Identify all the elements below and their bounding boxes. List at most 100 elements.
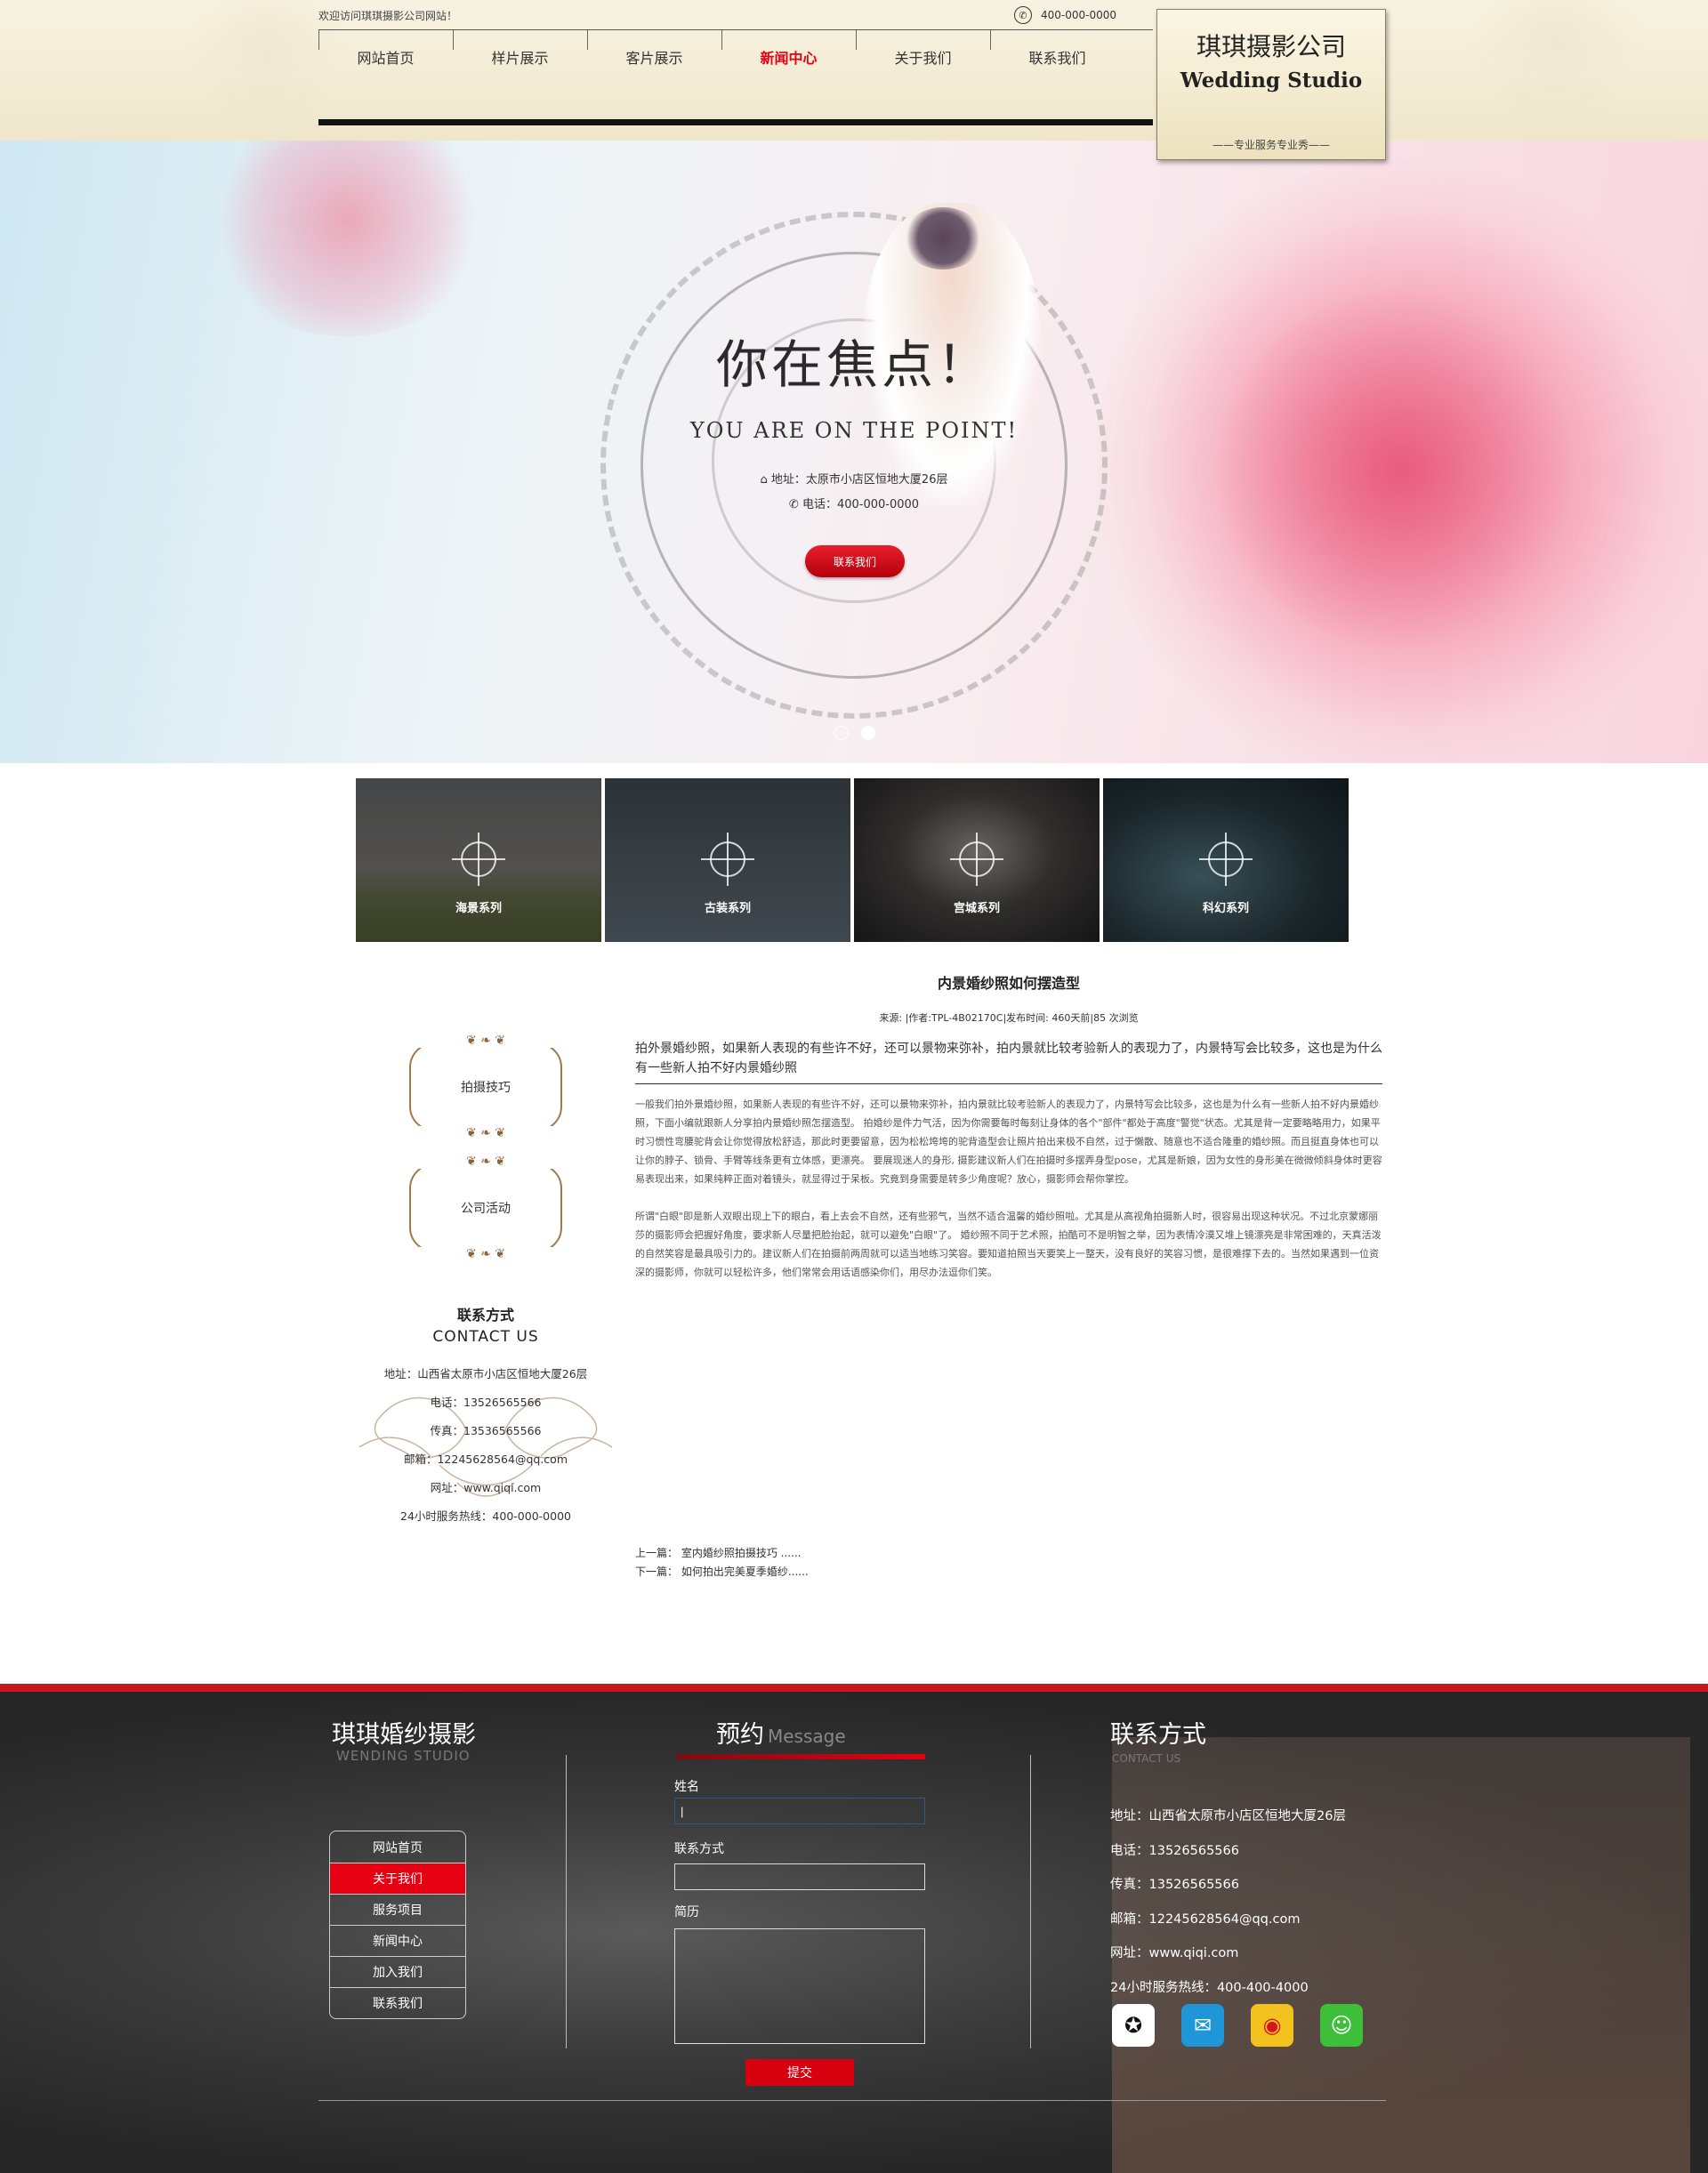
footer-contact-address: 地址：山西省太原市小店区恒地大厦26层 — [1110, 1809, 1346, 1823]
series-palace[interactable]: 宫城系列 — [854, 778, 1100, 942]
message-title-cn: 预约 — [716, 1721, 764, 1749]
phone-icon: ✆ — [1014, 6, 1032, 24]
contact-input[interactable] — [674, 1863, 925, 1890]
footer-contact-website: 网址：www.qiqi.com — [1110, 1946, 1239, 1960]
banner-subtitle: YOU ARE ON THE POINT! — [689, 418, 1019, 443]
slider-dot-1[interactable] — [834, 726, 849, 740]
sidebar-contact-subtitle: CONTACT US — [432, 1328, 539, 1346]
name-input[interactable] — [674, 1798, 925, 1824]
series-ancient-costume[interactable]: 古装系列 — [605, 778, 850, 942]
footer-red-bar — [0, 1684, 1708, 1692]
footer-contact-phone: 电话：13526565566 — [1110, 1843, 1239, 1858]
wechat-icon[interactable]: ☺ — [1320, 2004, 1363, 2047]
footer-contact-hotline: 24小时服务热线：400-400-4000 — [1110, 1980, 1309, 1995]
series-label: 科幻系列 — [1202, 902, 1249, 915]
footer-divider-right — [1030, 1755, 1031, 2048]
qq-icon[interactable]: ✪ — [1112, 2004, 1155, 2047]
phone-icon: ✆ — [788, 498, 799, 511]
message-title-en: Message — [768, 1726, 846, 1747]
series-gallery: 海景系列 古装系列 宫城系列 科幻系列 — [356, 778, 1349, 942]
footer-brand: 琪琪婚纱摄影 — [332, 1721, 476, 1749]
banner-title: 你在焦点！ — [715, 334, 992, 395]
footer-menu: 网站首页 关于我们 服务项目 新闻中心 加入我们 联系我们 — [329, 1831, 466, 2019]
footer-menu-home[interactable]: 网站首页 — [330, 1831, 465, 1863]
mail-icon[interactable]: ✉ — [1181, 2004, 1224, 2047]
sidebar-contact: 联系方式 CONTACT US 地址：山西省太原市小店区恒地大厦26层 电话：1… — [356, 1303, 616, 1531]
series-label: 海景系列 — [455, 902, 502, 915]
footer-contact-subtitle: CONTACT US — [1112, 1752, 1181, 1765]
main-nav: 网站首页 样片展示 客片展示 新闻中心 关于我们 联系我们 — [318, 29, 1153, 125]
footer-divider-left — [566, 1755, 567, 2048]
social-links: ✪ ✉ ◉ ☺ — [1112, 2004, 1363, 2047]
sidebar-contact-fax: 传真：13536565566 — [430, 1424, 542, 1437]
slider-dot-2[interactable] — [861, 726, 875, 740]
nav-news[interactable]: 新闻中心 — [721, 30, 856, 84]
article-lead: 拍外景婚纱照，如果新人表现的有些许不好，还可以景物来弥补，拍内景就比较考验新人的… — [635, 1039, 1382, 1084]
footer-menu-about[interactable]: 关于我们 — [330, 1863, 465, 1894]
logo[interactable]: 琪琪摄影公司 Wedding Studio ——专业服务专业秀—— — [1156, 9, 1386, 160]
home-icon: ⌂ — [760, 473, 768, 487]
crosshair-icon — [950, 833, 1003, 886]
message-title: 预约 Message — [716, 1715, 846, 1750]
article-pagination: 上一篇： 室内婚纱照拍摄技巧 ...... 下一篇： 如何拍出完美夏季婚纱...… — [635, 1544, 809, 1581]
crosshair-icon — [701, 833, 754, 886]
sidebar-contact-title: 联系方式 — [456, 1307, 514, 1324]
article: 内景婚纱照如何摆造型 来源: |作者:TPL-4B02170C|发布时间: 46… — [635, 971, 1382, 1282]
message-title-bar — [676, 1754, 925, 1759]
footer-menu-contact[interactable]: 联系我们 — [330, 1987, 465, 2018]
top-phone: ✆ 400-000-0000 — [1014, 6, 1116, 24]
top-phone-number: 400-000-0000 — [1041, 9, 1117, 21]
footer-menu-join[interactable]: 加入我们 — [330, 1956, 465, 1987]
logo-slogan: ——专业服务专业秀—— — [1212, 139, 1330, 151]
nav-samples[interactable]: 样片展示 — [453, 30, 587, 84]
slider-dots — [834, 726, 875, 740]
resume-textarea[interactable] — [674, 1928, 925, 2044]
submit-button[interactable]: 提交 — [745, 2059, 854, 2086]
name-label: 姓名 — [674, 1780, 699, 1794]
logo-name: 琪琪摄影公司 — [1196, 32, 1346, 61]
next-article-link[interactable]: 下一篇： 如何拍出完美夏季婚纱...... — [635, 1565, 809, 1578]
footer-menu-services[interactable]: 服务项目 — [330, 1894, 465, 1925]
banner-address-text: 地址：太原市小店区恒地大厦26层 — [770, 473, 948, 487]
footer-contact-email: 邮箱：12245628564@qq.com — [1110, 1911, 1301, 1927]
contact-label: 联系方式 — [674, 1842, 724, 1856]
sidebar-contact-email: 邮箱：12245628564@qq.com — [403, 1453, 568, 1466]
footer-contact-fax: 传真：13526565566 — [1110, 1878, 1239, 1892]
nav-contact[interactable]: 联系我们 — [990, 30, 1124, 84]
footer-contact-title: 联系方式 — [1110, 1721, 1206, 1749]
contact-us-button[interactable]: 联系我们 — [805, 545, 905, 577]
bride-hair — [903, 207, 983, 270]
footer: 琪琪婚纱摄影 WENDING STUDIO 网站首页 关于我们 服务项目 新闻中… — [0, 1684, 1708, 2173]
sidebar-link-shooting-tips[interactable]: 拍摄技巧 — [409, 1034, 562, 1140]
banner-tel-text: 电话：400-000-0000 — [802, 498, 920, 511]
series-sci-fi[interactable]: 科幻系列 — [1103, 778, 1349, 942]
footer-contact-list: 地址：山西省太原市小店区恒地大厦26层 电话：13526565566 传真：13… — [1110, 1799, 1346, 2005]
header: 欢迎访问琪琪摄影公司网站！ ✆ 400-000-0000 网站首页 样片展示 客… — [0, 0, 1708, 160]
sidebar-contact-website: 网址：www.qiqi.com — [430, 1481, 542, 1494]
sidebar-contact-phone: 电话：13526565566 — [430, 1396, 542, 1409]
sidebar-contact-hotline: 24小时服务热线：400-000-0000 — [400, 1509, 571, 1523]
series-label: 古装系列 — [704, 902, 751, 915]
welcome-text: 欢迎访问琪琪摄影公司网站！ — [318, 10, 458, 22]
banner-address: ⌂ 地址：太原市小店区恒地大厦26层 — [0, 470, 1708, 487]
nav-client-photos[interactable]: 客片展示 — [587, 30, 721, 84]
footer-brand-english: WENDING STUDIO — [336, 1748, 471, 1764]
prev-article-link[interactable]: 上一篇： 室内婚纱照拍摄技巧 ...... — [635, 1547, 802, 1559]
logo-english: Wedding Studio — [1180, 68, 1363, 93]
nav-home[interactable]: 网站首页 — [318, 30, 453, 84]
banner-tel: ✆ 电话：400-000-0000 — [0, 495, 1708, 511]
series-seaside[interactable]: 海景系列 — [356, 778, 601, 942]
crosshair-icon — [1199, 833, 1253, 886]
nav-underline — [318, 119, 1153, 125]
sidebar-link-company-events[interactable]: 公司活动 — [409, 1155, 562, 1261]
article-title: 内景婚纱照如何摆造型 — [937, 975, 1080, 992]
article-body: 一般我们拍外景婚纱照，如果新人表现的有些许不好，还可以景物来弥补，拍内景就比较考… — [635, 1095, 1382, 1282]
footer-menu-news[interactable]: 新闻中心 — [330, 1925, 465, 1956]
weibo-icon[interactable]: ◉ — [1251, 2004, 1293, 2047]
nav-about[interactable]: 关于我们 — [856, 30, 990, 84]
footer-bottom-line — [318, 2100, 1386, 2101]
article-paragraph: 所谓"白眼"即是新人双眼出现上下的眼白，看上去会不自然，还有些邪气，当然不适合温… — [635, 1211, 1382, 1278]
article-meta: 来源: |作者:TPL-4B02170C|发布时间: 460天前|85 次浏览 — [879, 1012, 1139, 1024]
crosshair-icon — [452, 833, 505, 886]
series-label: 宫城系列 — [953, 902, 1000, 915]
